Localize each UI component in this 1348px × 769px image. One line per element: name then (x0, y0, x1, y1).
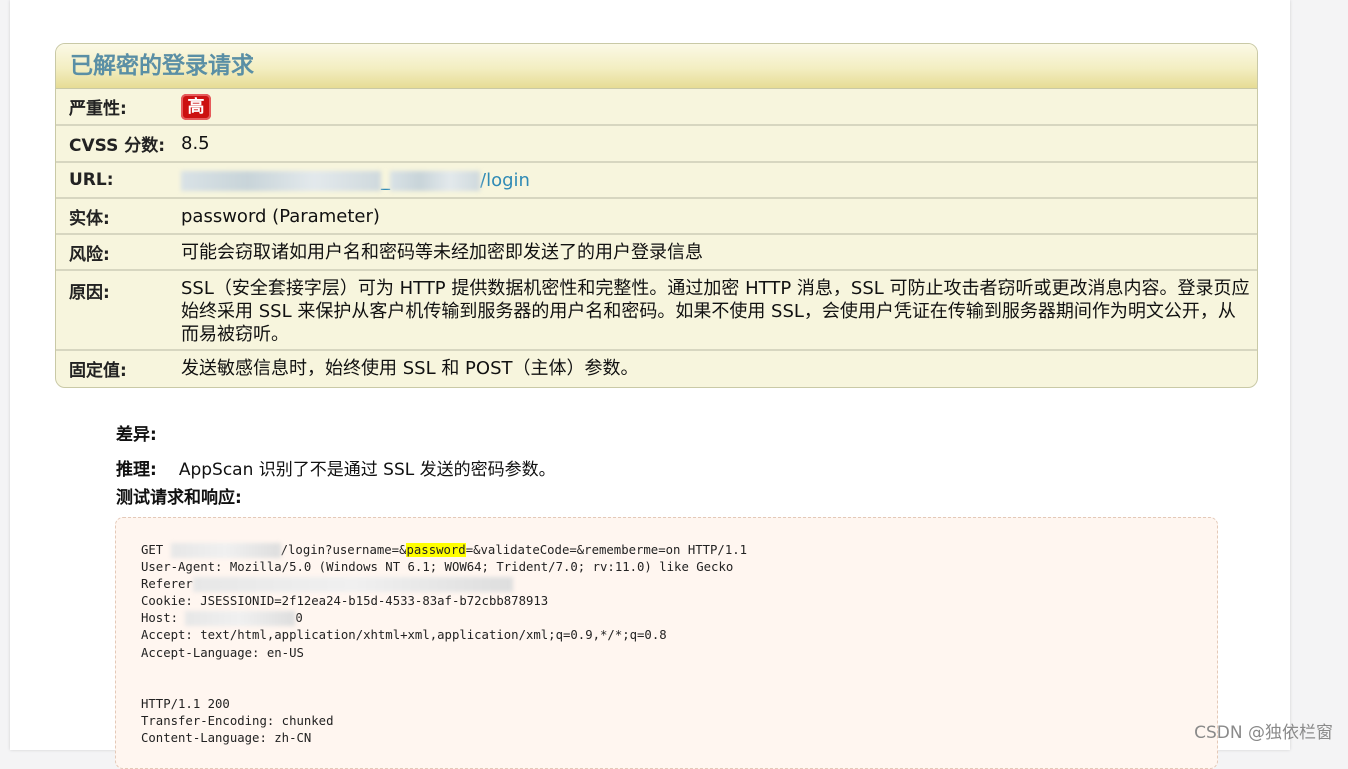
url-row: URL: _/login (56, 163, 1257, 199)
entity-label: 实体: (69, 208, 110, 229)
redacted-url-part (390, 170, 480, 191)
cvss-value: 8.5 (181, 133, 210, 154)
severity-high-badge: 高 (181, 93, 211, 120)
redacted-url-part (181, 170, 381, 191)
issue-panel: 已解密的登录请求 严重性: 高 CVSS 分数: 8.5 URL: _/logi… (55, 43, 1258, 388)
http-traffic-box: GET /login?username=&password=&validateC… (115, 517, 1218, 769)
fix-row: 固定值: 发送敏感信息时，始终使用 SSL 和 POST（主体）参数。 (56, 351, 1257, 385)
difference-label: 差异: (116, 425, 157, 445)
reasoning-value: AppScan 识别了不是通过 SSL 发送的密码参数。 (178, 460, 556, 480)
risk-value: 可能会窃取诸如用户名和密码等未经加密即发送了的用户登录信息 (181, 241, 703, 263)
cvss-row: CVSS 分数: 8.5 (56, 126, 1257, 163)
redacted-host (170, 543, 281, 558)
issue-title: 已解密的登录请求 (56, 44, 1257, 89)
password-param-highlight: password (406, 543, 466, 557)
risk-row: 风险: 可能会窃取诸如用户名和密码等未经加密即发送了的用户登录信息 (56, 235, 1257, 271)
csdn-watermark: CSDN @独依栏窗 (1194, 723, 1333, 743)
fix-label: 固定值: (69, 360, 127, 381)
cause-value: SSL（安全套接字层）可为 HTTP 提供数据机密性和完整性。通过加密 HTTP… (181, 278, 1250, 345)
reasoning-label: 推理: (116, 460, 157, 480)
http-traffic-text: GET /login?username=&password=&validateC… (141, 543, 748, 746)
report-page: 已解密的登录请求 严重性: 高 CVSS 分数: 8.5 URL: _/logi… (10, 0, 1290, 769)
entity-value: password (Parameter) (181, 205, 380, 227)
url-link[interactable]: _/login (181, 170, 530, 191)
test-request-response-label: 测试请求和响应: (116, 488, 242, 508)
fix-value: 发送敏感信息时，始终使用 SSL 和 POST（主体）参数。 (181, 357, 639, 379)
severity-label: 严重性: (69, 99, 127, 119)
redacted-referer (192, 577, 513, 593)
risk-label: 风险: (69, 244, 110, 265)
entity-row: 实体: password (Parameter) (56, 199, 1257, 235)
redacted-host (185, 611, 296, 627)
reasoning-line: 推理: AppScan 识别了不是通过 SSL 发送的密码参数。 (116, 455, 556, 480)
url-label: URL: (69, 170, 114, 190)
severity-row: 严重性: 高 (56, 89, 1257, 126)
cause-label: 原因: (69, 283, 110, 303)
cause-row: 原因: SSL（安全套接字层）可为 HTTP 提供数据机密性和完整性。通过加密 … (56, 271, 1257, 351)
cvss-label: CVSS 分数: (69, 136, 166, 156)
